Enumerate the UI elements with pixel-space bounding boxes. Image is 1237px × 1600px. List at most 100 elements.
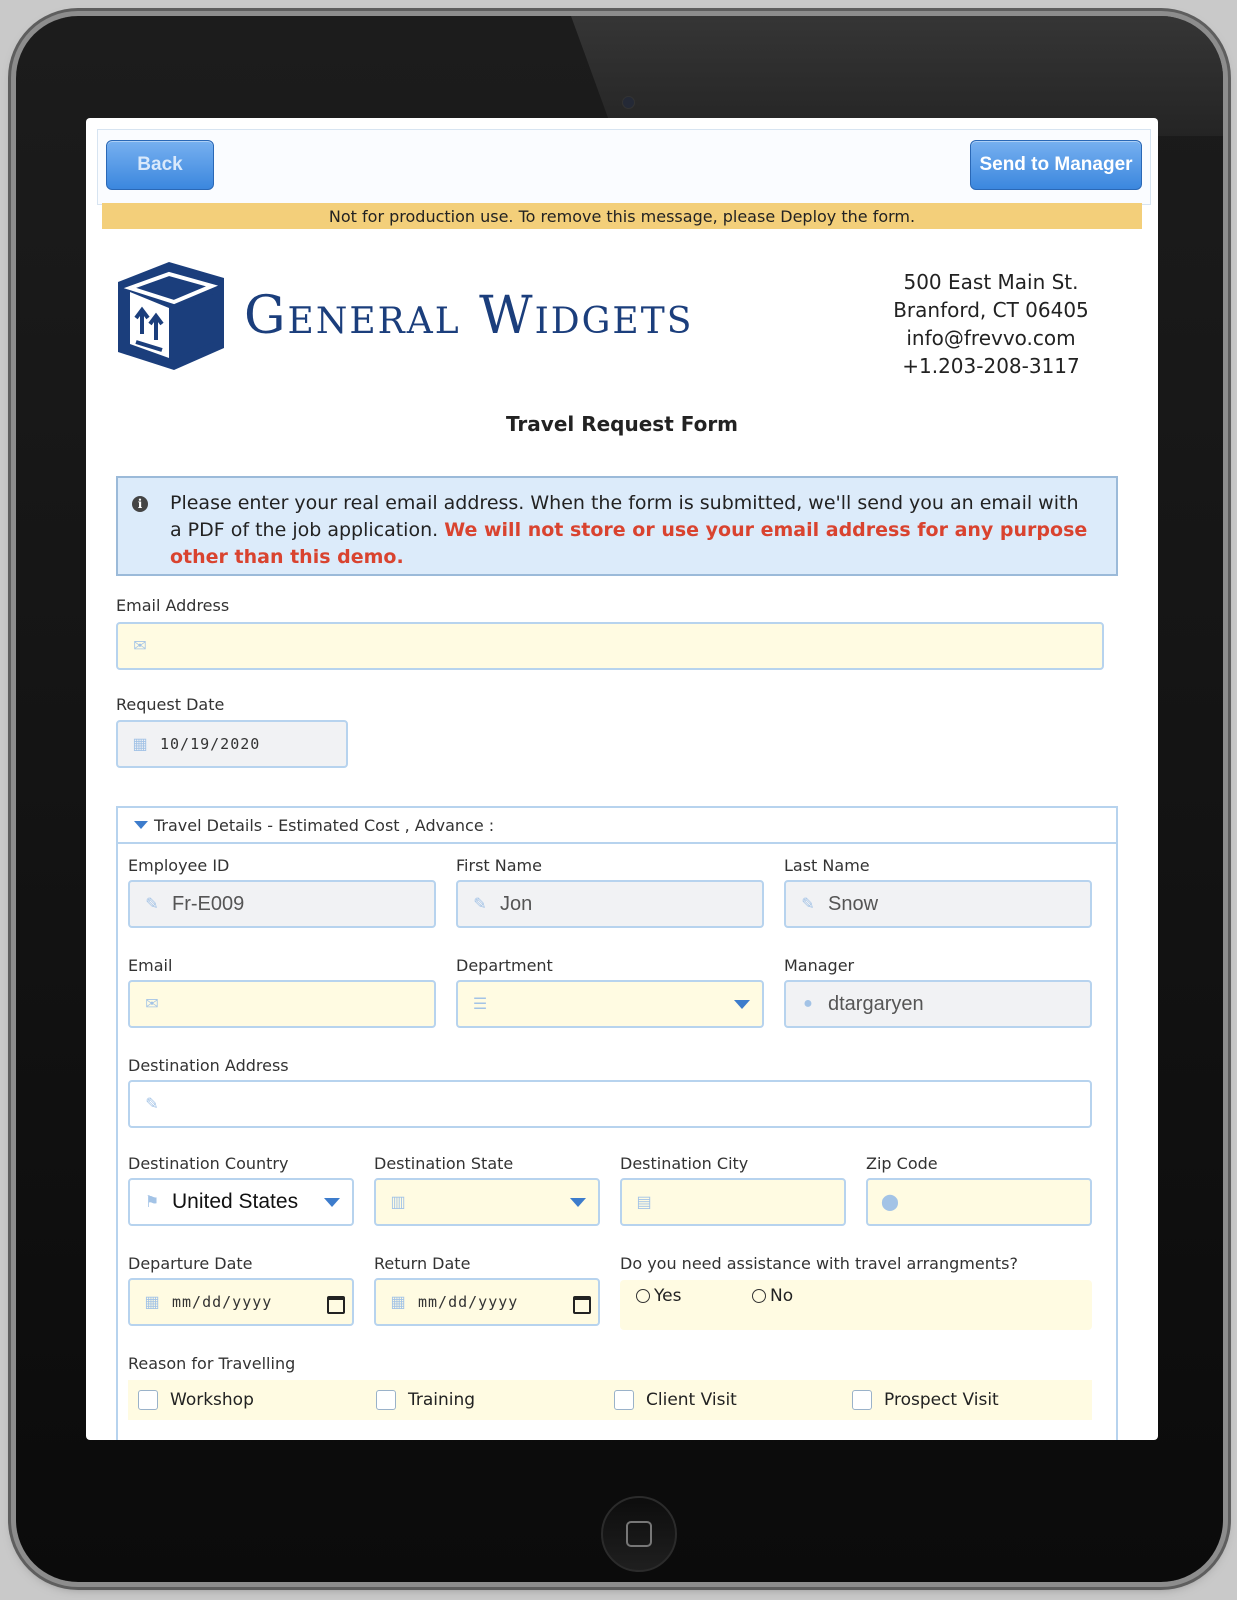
map-marker-icon: ⬤ (881, 1194, 899, 1211)
email-address-label: Email Address (116, 596, 230, 615)
form-screen: Back Send to Manager Not for production … (86, 118, 1158, 1440)
edit-icon: ✎ (145, 1096, 159, 1113)
checkbox-client-visit-label: Client Visit (646, 1390, 737, 1410)
company-name: General Widgets (244, 286, 694, 346)
destination-state-label: Destination State (374, 1154, 514, 1173)
edit-icon: ✎ (801, 896, 815, 913)
edit-icon: ✎ (473, 896, 487, 913)
box-icon (118, 262, 224, 370)
zip-code-field[interactable]: ⬤ (866, 1178, 1092, 1226)
edit-icon: ✎ (145, 896, 159, 913)
departure-date-field[interactable]: ▦ mm/dd/yyyy (128, 1278, 354, 1326)
map-icon: ▥ (390, 1194, 406, 1211)
building-icon: ▤ (636, 1194, 652, 1211)
chevron-down-icon (734, 999, 750, 1009)
chevron-down-icon (570, 1197, 586, 1207)
manager-label: Manager (784, 956, 855, 975)
employee-id-value: Fr-E009 (172, 892, 245, 915)
email-field[interactable]: ✉ (128, 980, 436, 1028)
calendar-icon: ▦ (144, 1294, 160, 1311)
checkbox-training-label: Training (408, 1390, 476, 1410)
back-button[interactable]: Back (106, 140, 214, 190)
destination-city-label: Destination City (620, 1154, 749, 1173)
destination-state-select[interactable]: ▥ (374, 1178, 600, 1226)
first-name-value: Jon (500, 892, 533, 915)
departure-date-label: Departure Date (128, 1254, 253, 1273)
section-title: Travel Details - Estimated Cost , Advanc… (154, 815, 495, 835)
form-title: Travel Request Form (505, 412, 739, 436)
destination-country-value: United States (172, 1190, 299, 1213)
calendar-picker-icon[interactable] (572, 1294, 591, 1314)
email-address-field[interactable]: ✉ (116, 622, 1104, 670)
destination-city-field[interactable]: ▤ (620, 1178, 846, 1226)
list-icon: ☰ (472, 996, 488, 1013)
checkbox-prospect-visit-label: Prospect Visit (884, 1390, 999, 1410)
calendar-icon: ▦ (132, 736, 148, 753)
envelope-icon: ✉ (145, 996, 159, 1013)
checkbox-prospect-visit[interactable]: Prospect Visit (852, 1390, 999, 1410)
return-date-field[interactable]: ▦ mm/dd/yyyy (374, 1278, 600, 1326)
deploy-warning-banner: Not for production use. To remove this m… (102, 203, 1142, 229)
address-line: Branford, CT 06405 (893, 298, 1089, 322)
first-name-field[interactable]: ✎ Jon (456, 880, 764, 928)
company-address: 500 East Main St. Branford, CT 06405 inf… (876, 268, 1106, 380)
last-name-label: Last Name (784, 856, 870, 875)
checkbox-workshop[interactable]: Workshop (138, 1390, 254, 1410)
envelope-icon: ✉ (133, 638, 147, 655)
radio-circle-icon (636, 1289, 650, 1303)
checkbox-icon (614, 1390, 634, 1410)
checkbox-icon (138, 1390, 158, 1410)
radio-circle-icon (752, 1289, 766, 1303)
send-to-manager-button[interactable]: Send to Manager (970, 140, 1142, 190)
radio-no[interactable]: No (752, 1286, 793, 1306)
radio-no-label: No (770, 1286, 794, 1306)
checkbox-client-visit[interactable]: Client Visit (614, 1390, 737, 1410)
address-phone: +1.203-208-3117 (902, 354, 1080, 378)
form-toolbar: Back Send to Manager (97, 129, 1151, 205)
flag-icon: ⚑ (144, 1194, 160, 1211)
departure-date-placeholder: mm/dd/yyyy (172, 1293, 273, 1311)
request-date-field[interactable]: ▦ 10/19/2020 (116, 720, 348, 768)
calendar-picker-icon[interactable] (326, 1294, 345, 1314)
department-select[interactable]: ☰ (456, 980, 764, 1028)
reason-label: Reason for Travelling (128, 1354, 296, 1373)
zip-code-label: Zip Code (866, 1154, 938, 1173)
travel-details-section: Travel Details - Estimated Cost , Advanc… (116, 806, 1118, 1440)
info-message: i Please enter your real email address. … (116, 476, 1118, 576)
email-label: Email (128, 956, 173, 975)
address-email: info@frevvo.com (906, 326, 1076, 350)
radio-yes-label: Yes (654, 1286, 682, 1306)
calendar-icon: ▦ (390, 1294, 406, 1311)
collapse-triangle-icon (134, 821, 148, 829)
camera-icon (622, 96, 635, 109)
section-header[interactable]: Travel Details - Estimated Cost , Advanc… (118, 808, 1116, 844)
employee-id-label: Employee ID (128, 856, 230, 875)
address-line: 500 East Main St. (903, 270, 1079, 294)
destination-country-select[interactable]: ⚑ United States (128, 1178, 354, 1226)
home-button[interactable] (601, 1496, 677, 1572)
return-date-label: Return Date (374, 1254, 471, 1273)
last-name-value: Snow (828, 892, 879, 915)
return-date-placeholder: mm/dd/yyyy (418, 1293, 519, 1311)
home-square-icon (626, 1521, 652, 1547)
destination-address-field[interactable]: ✎ (128, 1080, 1092, 1128)
request-date-label: Request Date (116, 695, 225, 714)
checkbox-workshop-label: Workshop (170, 1390, 254, 1410)
checkbox-icon (852, 1390, 872, 1410)
manager-field[interactable]: ● dtargaryen (784, 980, 1092, 1028)
chevron-down-icon (324, 1197, 340, 1207)
radio-yes[interactable]: Yes (636, 1286, 681, 1306)
last-name-field[interactable]: ✎ Snow (784, 880, 1092, 928)
info-icon: i (132, 496, 148, 512)
assistance-label: Do you need assistance with travel arran… (620, 1254, 1018, 1273)
user-icon: ● (803, 995, 813, 1012)
destination-address-label: Destination Address (128, 1056, 289, 1075)
destination-country-label: Destination Country (128, 1154, 289, 1173)
manager-value: dtargaryen (828, 992, 924, 1015)
request-date-value: 10/19/2020 (160, 735, 261, 753)
department-label: Department (456, 956, 553, 975)
checkbox-training[interactable]: Training (376, 1390, 475, 1410)
employee-id-field[interactable]: ✎ Fr-E009 (128, 880, 436, 928)
first-name-label: First Name (456, 856, 542, 875)
checkbox-icon (376, 1390, 396, 1410)
